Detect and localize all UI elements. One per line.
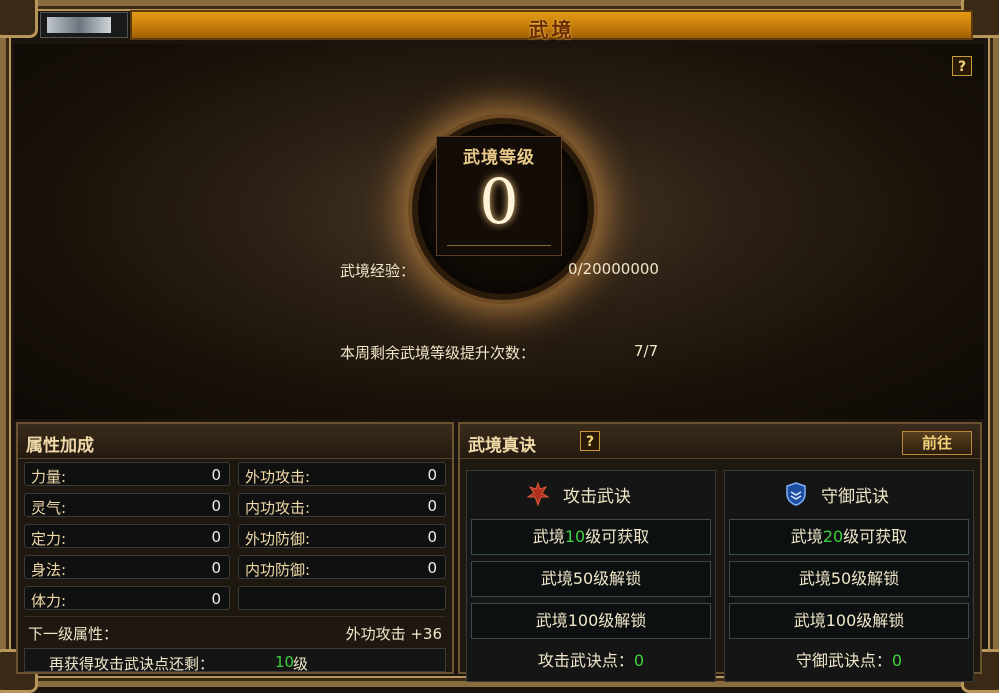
level-divider [447, 245, 551, 246]
defense-slot-1-prefix: 武境 [790, 527, 823, 546]
attr-label: 内功攻击: [245, 499, 311, 517]
attack-points: 攻击武诀点：0 [467, 643, 715, 679]
attack-slot-1-prefix: 武境 [532, 527, 565, 546]
attr-row: 身法: 0 [24, 555, 230, 579]
defense-slot-1[interactable]: 武境20级可获取 [729, 519, 969, 555]
next-level-label: 下一级属性： [28, 625, 119, 643]
defense-column: 守御武诀 武境20级可获取 武境50级解锁 武境100级解锁 守御武诀点：0 [724, 470, 974, 682]
window-title: 武境 [528, 18, 575, 42]
attr-label: 外功攻击: [245, 468, 311, 486]
level-box: 武境等级 0 [436, 136, 562, 256]
defense-header: 守御武诀 [725, 471, 973, 515]
secrets-help-icon[interactable]: ? [580, 431, 600, 451]
attr-row: 定力: 0 [24, 524, 230, 548]
attr-label: 定力: [31, 530, 67, 548]
exp-label: 武境经验： [340, 262, 416, 280]
attr-label: 力量: [31, 468, 67, 486]
defense-points-label: 守御武诀点： [795, 651, 892, 670]
attr-value: 0 [211, 590, 221, 608]
attack-title: 攻击武诀 [563, 487, 631, 507]
attr-row: 灵气: 0 [24, 493, 230, 517]
attributes-title: 属性加成 [26, 436, 94, 456]
defense-slot-1-suffix: 级可获取 [843, 527, 908, 546]
attr-label: 身法: [31, 561, 67, 579]
attr-label: 灵气: [31, 499, 67, 517]
attr-label: 外功防御: [245, 530, 311, 548]
secrets-panel: 武境真诀 ? 前往 攻击武诀 武境10级可获取 武境50级解锁 武境100级解锁… [458, 422, 982, 682]
attr-value: 0 [211, 528, 221, 546]
attributes-panel: 属性加成 力量: 0 灵气: 0 定力: 0 身法: 0 体力: 0 外功攻击:… [16, 422, 454, 674]
attack-column: 攻击武诀 武境10级可获取 武境50级解锁 武境100级解锁 攻击武诀点：0 [466, 470, 716, 682]
attr-row: 内功防御: 0 [238, 555, 446, 579]
next-point-suffix: 级 [293, 655, 309, 672]
weekly-value: 7/7 [634, 342, 659, 360]
next-level-value: 外功攻击 +36 [345, 625, 442, 643]
defense-slot-3[interactable]: 武境100级解锁 [729, 603, 969, 639]
attr-row: 外功攻击: 0 [238, 462, 446, 486]
attack-slot-1-suffix: 级可获取 [585, 527, 650, 546]
next-point-row: 再获得攻击武诀点还剩： 10 级 [24, 648, 446, 672]
attack-slot-1-level: 10 [564, 527, 586, 546]
attr-value: 0 [427, 466, 437, 484]
attack-slot-3[interactable]: 武境100级解锁 [471, 603, 711, 639]
attr-value: 0 [427, 559, 437, 577]
secrets-header: 武境真诀 ? 前往 [460, 424, 980, 459]
attack-points-label: 攻击武诀点： [537, 651, 634, 670]
goto-button[interactable]: 前往 [902, 431, 972, 455]
attr-label: 内功防御: [245, 561, 311, 579]
next-level-row: 下一级属性： 外功攻击 +36 [24, 616, 446, 645]
defense-shield-icon [786, 482, 806, 506]
defense-slot-2[interactable]: 武境50级解锁 [729, 561, 969, 597]
attack-slot-2[interactable]: 武境50级解锁 [471, 561, 711, 597]
attack-emblem-icon [526, 481, 550, 507]
defense-points-value: 0 [891, 651, 903, 670]
attributes-header: 属性加成 [18, 424, 452, 459]
secrets-title: 武境真诀 [468, 436, 536, 456]
attr-value: 0 [211, 559, 221, 577]
attr-row: 体力: 0 [24, 586, 230, 610]
defense-title: 守御武诀 [821, 487, 889, 507]
next-point-label: 再获得攻击武诀点还剩： [49, 655, 215, 672]
attack-header: 攻击武诀 [467, 471, 715, 515]
attack-slot-1[interactable]: 武境10级可获取 [471, 519, 711, 555]
scene-help-icon[interactable]: ? [952, 56, 972, 76]
attr-row: 力量: 0 [24, 462, 230, 486]
attr-row: 内功攻击: 0 [238, 493, 446, 517]
attr-value: 0 [211, 497, 221, 515]
thumbnail-image [47, 17, 111, 33]
defense-points: 守御武诀点：0 [725, 643, 973, 679]
attr-label: 体力: [31, 592, 67, 610]
attack-points-value: 0 [633, 651, 645, 670]
window-thumbnail [40, 12, 128, 38]
attr-value: 0 [211, 466, 221, 484]
attr-row: 外功防御: 0 [238, 524, 446, 548]
title-bar: 武境 [130, 10, 973, 42]
attr-value: 0 [427, 497, 437, 515]
attr-value: 0 [427, 528, 437, 546]
level-value: 0 [479, 165, 519, 238]
exp-value: 0/20000000 [568, 260, 659, 278]
defense-slot-1-level: 20 [822, 527, 844, 546]
weekly-label: 本周剩余武境等级提升次数： [340, 344, 536, 362]
attr-row-empty [238, 586, 446, 610]
next-point-value: 10 [275, 653, 295, 671]
corner-ornament-tl [0, 0, 38, 38]
